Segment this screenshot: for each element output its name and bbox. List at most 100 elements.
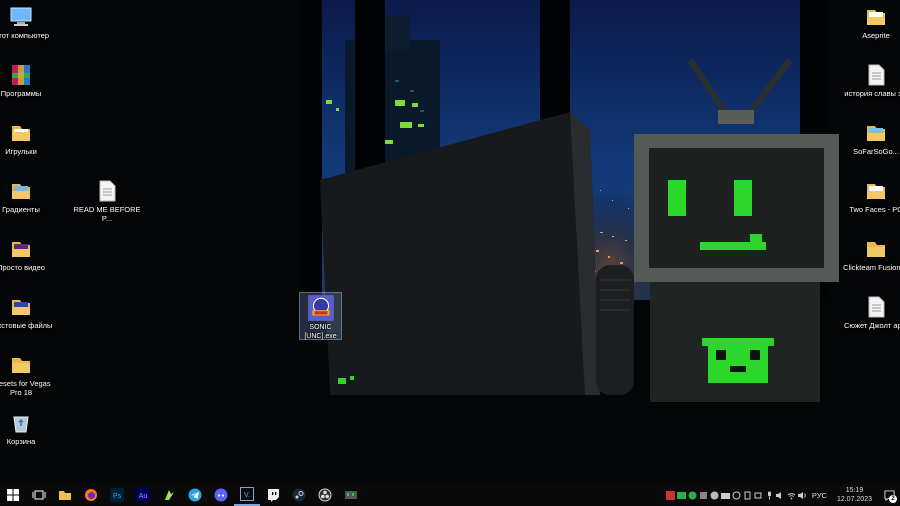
photoshop-button[interactable]: Ps bbox=[104, 484, 130, 506]
svg-text:Au: Au bbox=[139, 493, 148, 500]
telegram-button[interactable] bbox=[182, 484, 208, 506]
tray-app-icon[interactable] bbox=[698, 484, 709, 506]
firefox-button[interactable] bbox=[78, 484, 104, 506]
steam-icon bbox=[292, 488, 306, 502]
text-file-icon bbox=[868, 296, 885, 318]
desktop-icon-this-pc[interactable]: Этот компьютер bbox=[0, 4, 58, 41]
desktop-icon-label: Программы bbox=[0, 89, 42, 98]
sonic-app-button[interactable] bbox=[338, 484, 364, 506]
taskbar: Ps Au V. РУС 15:19 12.07.2023 2 bbox=[0, 484, 900, 506]
desktop-icon-two-faces[interactable]: Two Faces - PC bbox=[839, 178, 900, 215]
desktop-icon-label: Aseprite bbox=[862, 31, 890, 40]
recycle-bin-icon bbox=[13, 416, 29, 433]
tray-mail-icon[interactable] bbox=[676, 484, 687, 506]
vegas-icon: V. bbox=[240, 487, 254, 501]
text-file-icon bbox=[868, 64, 885, 86]
desktop-icon-label: Корзина bbox=[6, 437, 36, 446]
folder-icon bbox=[867, 10, 885, 25]
photoshop-icon: Ps bbox=[110, 488, 124, 502]
desktop-icon-presets-vegas[interactable]: Presets for Vegas Pro 18 bbox=[0, 352, 58, 397]
folder-icon bbox=[867, 242, 885, 257]
folder-icon bbox=[12, 126, 30, 141]
desktop-icon-clickteam[interactable]: Clickteam Fusion ... bbox=[839, 236, 900, 273]
steam-button[interactable] bbox=[286, 484, 312, 506]
folder-icon bbox=[867, 184, 885, 199]
desktop-icon-label: Просто видео bbox=[0, 263, 45, 272]
clock[interactable]: 15:19 12.07.2023 bbox=[831, 486, 878, 504]
firefox-icon bbox=[85, 489, 97, 501]
svg-text:V.: V. bbox=[244, 492, 250, 499]
tray-folder-icon[interactable] bbox=[720, 484, 731, 506]
desktop-icon-istoriya[interactable]: история славы з... bbox=[839, 62, 900, 99]
folder-icon bbox=[867, 126, 885, 141]
audition-icon: Au bbox=[136, 488, 150, 502]
tray-nvidia-icon[interactable] bbox=[687, 484, 698, 506]
desktop-icon-label: Градиенты bbox=[2, 205, 40, 214]
desktop-icon-syuzhet[interactable]: Сюжет Джолт ар... bbox=[839, 294, 900, 331]
desktop-icon-label: Этот компьютер bbox=[0, 31, 50, 40]
desktop-icon-igrulki[interactable]: Игрульки bbox=[0, 120, 58, 157]
folder-icon bbox=[12, 184, 30, 199]
notification-center-button[interactable]: 2 bbox=[878, 484, 900, 506]
tray-speaker-icon[interactable] bbox=[775, 484, 786, 506]
desktop-icon-prosto-video[interactable]: Просто видео bbox=[0, 236, 58, 273]
svg-text:Ps: Ps bbox=[113, 493, 122, 500]
desktop-wallpaper bbox=[0, 0, 900, 484]
desktop-icon-text-files[interactable]: Текстовые файлы bbox=[0, 294, 58, 331]
fl-studio-icon bbox=[165, 490, 174, 500]
fl-studio-button[interactable] bbox=[156, 484, 182, 506]
audition-button[interactable]: Au bbox=[130, 484, 156, 506]
pixel-app-icon bbox=[345, 491, 357, 499]
tray-settings-icon[interactable] bbox=[731, 484, 742, 506]
obs-icon bbox=[318, 488, 332, 502]
text-file-icon bbox=[99, 180, 116, 202]
desktop-icon-sofarsogo[interactable]: SoFarSoGo... bbox=[839, 120, 900, 157]
obs-button[interactable] bbox=[312, 484, 338, 506]
task-view-button[interactable] bbox=[26, 484, 52, 506]
clock-time: 15:19 bbox=[845, 487, 864, 494]
twitch-button[interactable] bbox=[260, 484, 286, 506]
discord-button[interactable] bbox=[208, 484, 234, 506]
system-tray: РУС 15:19 12.07.2023 2 bbox=[665, 484, 900, 506]
folder-icon bbox=[59, 491, 71, 500]
tray-steam-icon[interactable] bbox=[709, 484, 720, 506]
file-explorer-button[interactable] bbox=[52, 484, 78, 506]
folder-icon bbox=[12, 300, 30, 315]
sonic-exe-icon bbox=[307, 295, 334, 321]
twitch-icon bbox=[268, 489, 279, 502]
desktop-icon-label: Clickteam Fusion ... bbox=[843, 263, 900, 272]
desktop-icon-programs[interactable]: Программы bbox=[0, 62, 58, 99]
desktop-icon-label: история славы з... bbox=[844, 89, 900, 98]
desktop-icon-gradients[interactable]: Градиенты bbox=[0, 178, 58, 215]
desktop-icon-label: SoFarSoGo... bbox=[853, 147, 899, 156]
folder-icon bbox=[12, 358, 30, 373]
language-indicator[interactable]: РУС bbox=[808, 491, 831, 500]
notification-count-badge: 2 bbox=[889, 495, 897, 503]
desktop-icon-recycle-bin[interactable]: Корзина bbox=[0, 410, 58, 447]
tray-microphone-icon[interactable] bbox=[764, 484, 775, 506]
telegram-icon bbox=[188, 488, 202, 502]
start-button[interactable] bbox=[0, 484, 26, 506]
this-pc-icon bbox=[10, 7, 32, 26]
tray-app-red-icon[interactable] bbox=[665, 484, 676, 506]
desktop-icon-label: Сюжет Джолт ар... bbox=[843, 321, 900, 330]
tray-battery-icon[interactable] bbox=[753, 484, 764, 506]
desktop-icon-label: READ ME BEFORE P... bbox=[73, 205, 141, 223]
desktop-icon-label: Игрульки bbox=[5, 147, 37, 156]
tray-wifi-icon[interactable] bbox=[786, 484, 797, 506]
windows-logo-icon bbox=[7, 489, 19, 501]
desktop-icon-label: SONIC [UNC].exe bbox=[304, 324, 337, 340]
vegas-button[interactable]: V. bbox=[234, 484, 260, 506]
desktop-icon-aseprite[interactable]: Aseprite bbox=[839, 4, 900, 41]
task-view-icon bbox=[32, 490, 46, 500]
winrar-icon bbox=[12, 65, 30, 85]
desktop-icon-label: Текстовые файлы bbox=[0, 321, 53, 330]
desktop-icon-sonic-exe[interactable]: SONIC [UNC].exe bbox=[299, 292, 342, 340]
tray-volume-icon[interactable] bbox=[797, 484, 808, 506]
tray-usb-icon[interactable] bbox=[742, 484, 753, 506]
desktop-icon-label: Two Faces - PC bbox=[849, 205, 900, 214]
desktop-icon-readme[interactable]: READ ME BEFORE P... bbox=[70, 178, 144, 223]
desktop-icon-label: Presets for Vegas Pro 18 bbox=[0, 379, 51, 397]
discord-icon bbox=[214, 488, 228, 502]
folder-icon bbox=[12, 242, 30, 257]
